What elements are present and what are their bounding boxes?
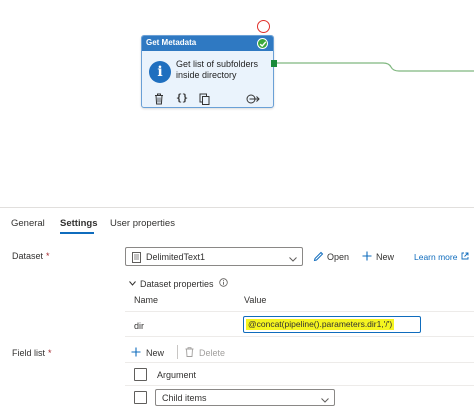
new-dataset-button[interactable]: New <box>362 251 394 262</box>
chevron-down-icon <box>289 254 297 264</box>
active-tab-indicator <box>60 232 94 234</box>
activity-description: Get list of subfolders inside directory <box>176 59 259 80</box>
dataset-selected-value: DelimitedText1 <box>146 252 206 262</box>
panel-separator <box>0 207 474 208</box>
table-row: dir @concat(pipeline().parameters.dir1,'… <box>125 311 474 337</box>
check-icon <box>257 38 268 49</box>
required-marker: * <box>46 251 50 261</box>
info-icon: i <box>149 61 171 83</box>
property-name: dir <box>134 321 145 331</box>
property-value-input[interactable]: @concat(pipeline().parameters.dir1,'/') <box>243 316 421 333</box>
toolbar-divider <box>177 345 178 359</box>
code-icon[interactable]: {} <box>176 93 188 105</box>
dataset-file-icon <box>132 252 141 265</box>
get-metadata-activity[interactable]: Get Metadata i Get list of subfolders in… <box>141 35 274 108</box>
argument-column-header: Argument <box>157 370 197 380</box>
add-output-icon[interactable] <box>246 93 260 105</box>
trash-icon <box>185 347 194 357</box>
table-header: Name Value <box>125 291 474 310</box>
column-header-value: Value <box>244 295 267 305</box>
dataset-properties-table: Name Value dir @concat(pipeline().parame… <box>125 291 474 339</box>
copy-icon[interactable] <box>199 93 210 105</box>
tab-settings[interactable]: Settings <box>60 218 97 229</box>
chevron-down-icon <box>129 281 136 286</box>
activity-header: Get Metadata <box>142 36 273 51</box>
row-checkbox[interactable] <box>134 391 147 404</box>
plus-icon <box>131 347 141 357</box>
dataset-dropdown[interactable]: DelimitedText1 <box>125 247 303 266</box>
learn-more-link[interactable]: Learn more <box>414 252 469 262</box>
field-list-divider <box>125 362 474 363</box>
activity-title: Get Metadata <box>146 38 197 47</box>
new-field-button[interactable]: New <box>131 347 164 358</box>
tab-user-properties[interactable]: User properties <box>110 218 175 229</box>
column-header-name: Name <box>134 295 159 305</box>
open-dataset-button[interactable]: Open <box>313 251 349 262</box>
field-list-label: Field list * <box>12 348 52 358</box>
pipeline-canvas[interactable]: Get Metadata i Get list of subfolders in… <box>0 0 474 205</box>
external-link-icon <box>461 252 469 260</box>
required-marker: * <box>48 348 52 358</box>
dataset-label: Dataset * <box>12 251 50 261</box>
new-field-label: New <box>146 348 165 358</box>
delete-field-label: Delete <box>199 348 226 358</box>
property-value-expression: @concat(pipeline().parameters.dir1,'/') <box>246 319 395 330</box>
delete-icon[interactable] <box>154 93 164 105</box>
info-circle-icon <box>219 278 228 287</box>
field-list-divider <box>125 385 474 386</box>
delete-field-button[interactable]: Delete <box>185 347 225 358</box>
tab-general[interactable]: General <box>11 218 45 229</box>
activity-status-circle[interactable] <box>257 20 270 33</box>
success-output-port[interactable] <box>271 60 277 67</box>
field-argument-dropdown[interactable]: Child items <box>155 389 335 406</box>
open-label: Open <box>327 252 350 262</box>
new-label: New <box>376 252 395 262</box>
plus-icon <box>362 251 372 261</box>
pencil-icon <box>313 251 324 262</box>
dataset-properties-toggle[interactable]: Dataset properties <box>129 278 228 289</box>
chevron-down-icon <box>321 395 329 405</box>
dataset-properties-title: Dataset properties <box>140 279 214 289</box>
field-argument-value: Child items <box>162 393 207 403</box>
select-all-checkbox[interactable] <box>134 368 147 381</box>
